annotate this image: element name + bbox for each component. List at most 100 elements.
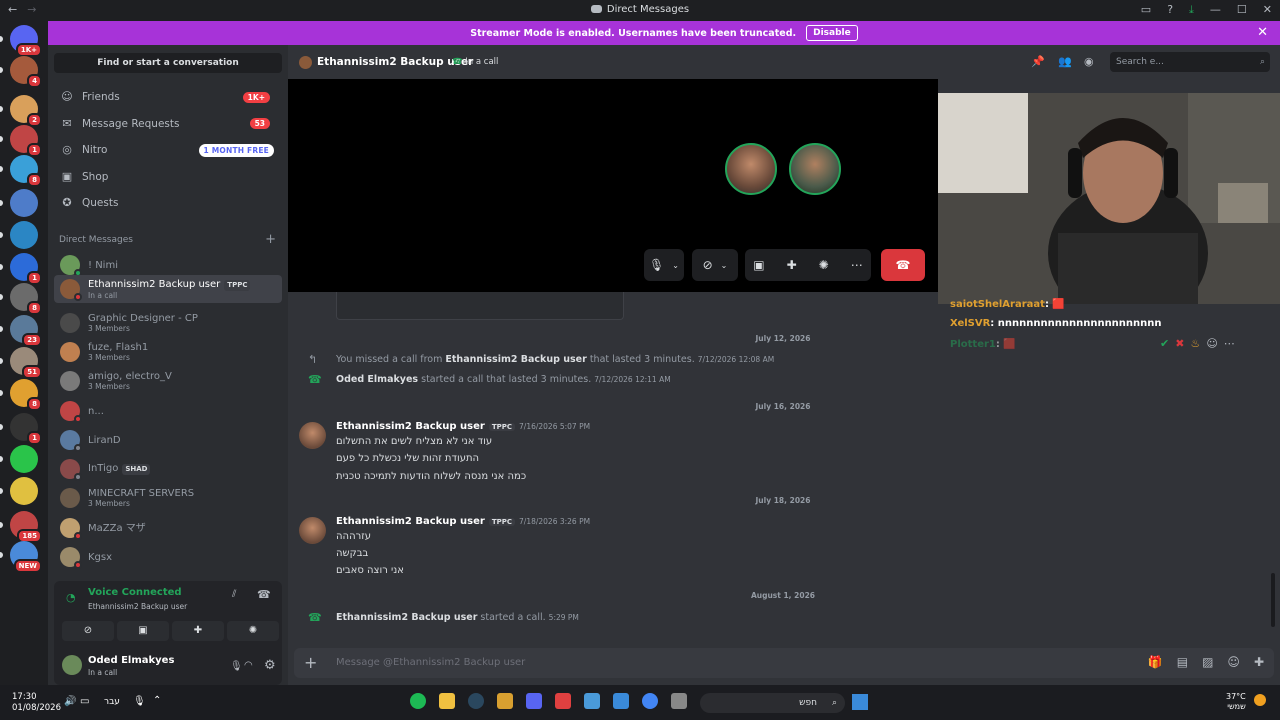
user-avatar[interactable] <box>62 655 82 675</box>
call-participant-avatar[interactable] <box>789 143 841 195</box>
dm-item[interactable]: InTigo SHAD <box>54 455 282 483</box>
apps-icon[interactable]: ✚ <box>1254 655 1264 669</box>
message-composer[interactable]: + Message @Ethannissim2 Backup user 🎁 ▤ … <box>294 648 1274 678</box>
create-dm-icon[interactable]: + <box>265 232 276 247</box>
nav-message-requests[interactable]: ✉ Message Requests 53 <box>54 112 282 136</box>
dm-item[interactable]: Graphic Designer - CP 3 Members <box>54 309 282 337</box>
camera-control[interactable]: ⊘ ⌄ <box>692 249 738 281</box>
server-icon[interactable]: 4 <box>10 56 42 88</box>
chevron-down-icon[interactable]: ⌄ <box>672 261 679 270</box>
nav-shop[interactable]: ▣ Shop <box>54 165 282 189</box>
attach-icon[interactable]: + <box>304 653 317 672</box>
disable-button[interactable]: Disable <box>806 25 858 41</box>
missed-user[interactable]: Ethannissim2 Backup user <box>445 354 586 365</box>
chrome-icon[interactable] <box>642 693 658 709</box>
voice-channel-name[interactable]: Ethannissim2 Backup user <box>88 602 187 611</box>
call-participant-avatar[interactable] <box>725 143 777 195</box>
app-icon[interactable] <box>497 693 513 709</box>
server-icon[interactable]: 2 <box>10 95 42 127</box>
screenshare-button[interactable]: ▣ <box>117 621 169 641</box>
clock[interactable]: 17:30 01/08/2026 <box>12 692 61 714</box>
dm-item[interactable]: amigo, electro_V 3 Members <box>54 367 282 395</box>
scrollbar[interactable] <box>1271 573 1275 627</box>
app-icon[interactable] <box>584 693 600 709</box>
language-indicator[interactable]: עבר <box>104 697 120 707</box>
disconnect-icon[interactable]: ☎ <box>257 588 271 601</box>
author-name[interactable]: Ethannissim2 Backup user <box>336 421 485 432</box>
server-icon[interactable]: 8 <box>10 283 42 315</box>
voice-connected-label[interactable]: Voice Connected <box>88 587 182 598</box>
profile-icon[interactable]: ◉ <box>1084 55 1094 68</box>
message-input[interactable]: Message @Ethannissim2 Backup user <box>336 657 525 668</box>
nav-friends[interactable]: ☺ Friends 1K+ <box>54 85 282 109</box>
dm-item[interactable]: fuze, Flash1 3 Members <box>54 338 282 366</box>
discord-taskbar-icon[interactable] <box>526 693 542 709</box>
settings-icon[interactable]: ⚙ <box>264 658 276 673</box>
soundboard-icon[interactable]: ✺ <box>819 258 829 272</box>
windows-start-icon[interactable] <box>852 694 868 710</box>
mic-tray-icon[interactable]: 🎙 <box>133 696 146 707</box>
screenshare-icon[interactable]: ▣ <box>753 258 764 272</box>
camera-button[interactable]: ⊘ <box>62 621 114 641</box>
volume-icon[interactable]: 🔊 <box>64 696 76 707</box>
server-icon[interactable] <box>10 221 38 249</box>
download-icon[interactable]: ⤓ <box>1189 3 1194 17</box>
caller-name[interactable]: Ethannissim2 Backup user <box>336 612 477 623</box>
close-button[interactable]: ✕ <box>1263 3 1272 17</box>
server-icon[interactable]: NEW <box>10 541 42 573</box>
server-icon[interactable]: 1K+ <box>10 25 42 57</box>
dm-item[interactable]: n... <box>54 397 282 425</box>
pin-icon[interactable]: 📌 <box>1031 55 1045 68</box>
mic-icon[interactable]: 🎙 <box>230 661 243 672</box>
help-icon[interactable]: ? <box>1167 3 1173 17</box>
hangup-button[interactable]: ☎ <box>881 249 925 281</box>
emoji-icon[interactable]: ☺ <box>1227 655 1240 669</box>
server-icon[interactable]: 1 <box>10 125 42 157</box>
app-icon[interactable] <box>555 693 571 709</box>
server-icon[interactable] <box>10 189 38 217</box>
inbox-icon[interactable]: ▭ <box>1141 3 1151 17</box>
dm-item[interactable]: Kgsx <box>54 543 282 571</box>
dm-item[interactable]: MINECRAFT SERVERS 3 Members <box>54 484 282 512</box>
spotify-icon[interactable] <box>410 693 426 709</box>
header-username[interactable]: Ethannissim2 Backup user <box>317 56 473 68</box>
activities-icon[interactable]: ✚ <box>787 258 797 272</box>
search-input[interactable]: Search e... ⌕ <box>1110 52 1270 72</box>
dm-item[interactable]: LiranD <box>54 426 282 454</box>
nav-nitro[interactable]: ◎ Nitro 1 MONTH FREE <box>54 138 282 162</box>
message-avatar[interactable] <box>299 517 326 544</box>
caller-name[interactable]: Oded Elmakyes <box>336 374 418 385</box>
maximize-button[interactable]: ☐ <box>1237 3 1247 17</box>
gif-icon[interactable]: ▤ <box>1177 655 1188 669</box>
noise-suppression-icon[interactable]: ⫽ <box>232 589 236 600</box>
weather-widget[interactable]: 37°C שמשי <box>1226 692 1246 712</box>
server-icon[interactable]: 51 <box>10 347 42 379</box>
server-icon[interactable]: 185 <box>10 511 42 543</box>
message-avatar[interactable] <box>299 422 326 449</box>
activities-button[interactable]: ✚ <box>172 621 224 641</box>
headphones-icon[interactable]: ◠ <box>244 660 253 671</box>
gift-icon[interactable]: 🎁 <box>1148 655 1163 669</box>
taskbar-search[interactable]: חפש ⌕ <box>700 693 845 713</box>
soundboard-button[interactable]: ✺ <box>227 621 279 641</box>
mic-control[interactable]: 🎙 ⌄ <box>644 249 684 281</box>
display-icon[interactable]: ▭ <box>80 696 89 707</box>
server-icon[interactable] <box>10 477 38 505</box>
server-icon[interactable]: 1 <box>10 253 42 285</box>
add-friends-icon[interactable]: 👥 <box>1058 55 1072 68</box>
dm-item[interactable]: Ethannissim2 Backup user TPPC In a call <box>54 275 282 303</box>
chevron-up-icon[interactable]: ⌃ <box>153 695 161 706</box>
steam-icon[interactable] <box>468 693 484 709</box>
chevron-down-icon[interactable]: ⌄ <box>721 261 728 270</box>
sticker-icon[interactable]: ▨ <box>1202 655 1213 669</box>
banner-close-icon[interactable]: ✕ <box>1257 25 1268 40</box>
file-explorer-icon[interactable] <box>439 693 455 709</box>
find-conversation-button[interactable]: Find or start a conversation <box>54 53 282 73</box>
server-icon[interactable]: 8 <box>10 155 42 187</box>
user-name[interactable]: Oded Elmakyes <box>88 655 174 666</box>
dm-item[interactable]: MaZZa マザ <box>54 514 282 542</box>
app-icon[interactable] <box>613 693 629 709</box>
app-icon[interactable] <box>671 693 687 709</box>
server-icon[interactable]: 23 <box>10 315 42 347</box>
author-name[interactable]: Ethannissim2 Backup user <box>336 516 485 527</box>
